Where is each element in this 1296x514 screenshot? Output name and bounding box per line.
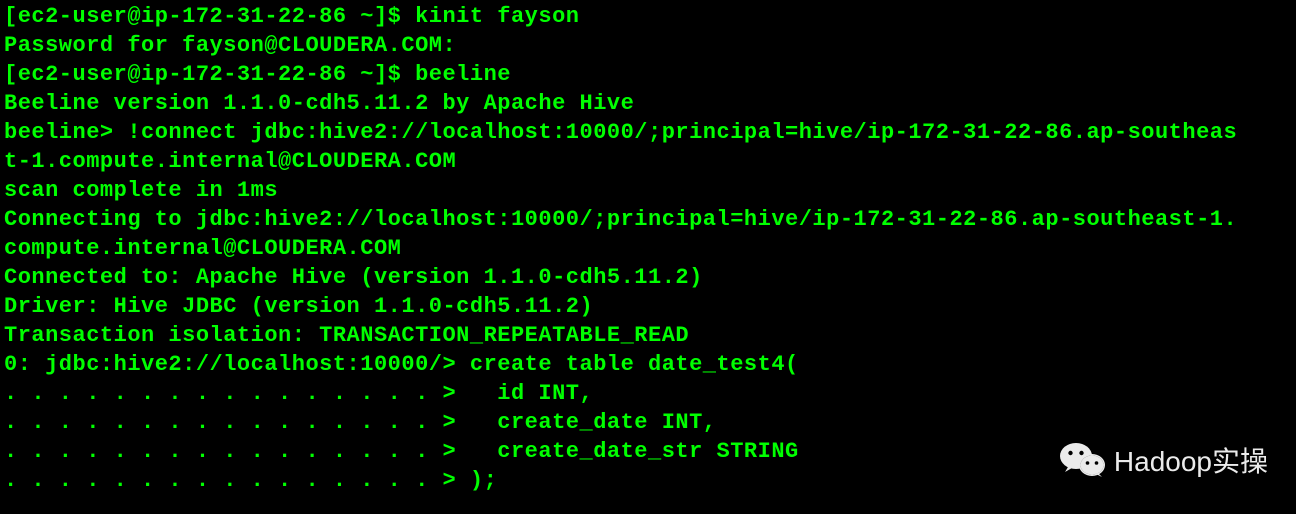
terminal-output[interactable]: [ec2-user@ip-172-31-22-86 ~]$ kinit fays… [0,0,1296,497]
